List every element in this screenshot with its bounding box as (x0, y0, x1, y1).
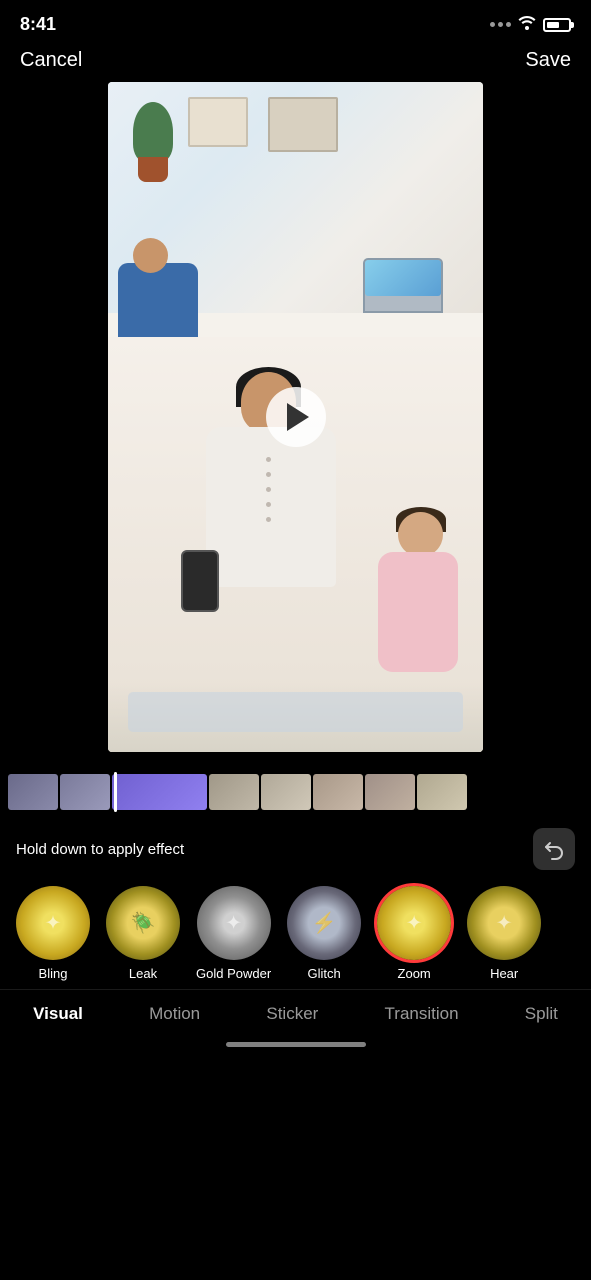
effect-item-leak[interactable]: 🪲 Leak (106, 886, 180, 981)
effect-item-gold-powder[interactable]: ✦ Gold Powder (196, 886, 271, 981)
undo-button[interactable] (533, 828, 575, 870)
timeline-thumb-7 (417, 774, 467, 810)
effect-thumb-leak: 🪲 (106, 886, 180, 960)
signal-dots (490, 22, 511, 27)
effect-item-glitch[interactable]: ⚡ Glitch (287, 886, 361, 981)
plant (128, 102, 178, 182)
tab-sticker[interactable]: Sticker (254, 1000, 330, 1028)
video-background (108, 82, 483, 752)
effect-item-bling[interactable]: ✦ Bling (16, 886, 90, 981)
status-bar: 8:41 (0, 0, 591, 44)
hold-instruction: Hold down to apply effect (16, 841, 184, 858)
timeline-thumb-2 (60, 774, 110, 810)
effect-item-heart[interactable]: ✦ Hear (467, 886, 541, 981)
desk-scene (108, 82, 483, 363)
tab-split[interactable]: Split (513, 1000, 570, 1028)
status-icons (490, 14, 571, 35)
wall-art-1 (188, 97, 248, 147)
timeline-playhead (114, 772, 117, 812)
effect-label-glitch: Glitch (308, 966, 341, 981)
effect-thumb-heart: ✦ (467, 886, 541, 960)
effect-inner-heart: ✦ (467, 886, 541, 960)
timeline-purple-section (112, 774, 207, 810)
effect-label-gold-powder: Gold Powder (196, 966, 271, 981)
timeline-container[interactable] (0, 764, 591, 820)
effect-inner-zoom: ✦ (377, 886, 451, 960)
dot2 (498, 22, 503, 27)
effect-inner-glitch: ⚡ (287, 886, 361, 960)
timeline-thumb-4 (261, 774, 311, 810)
tab-transition[interactable]: Transition (373, 1000, 471, 1028)
tab-motion[interactable]: Motion (137, 1000, 212, 1028)
controls-row: Hold down to apply effect (0, 820, 591, 878)
undo-icon (543, 838, 565, 860)
bottom-tabs: Visual Motion Sticker Transition Split (0, 989, 591, 1036)
wifi-icon (517, 14, 537, 35)
effect-label-zoom: Zoom (398, 966, 431, 981)
tab-visual[interactable]: Visual (21, 1000, 95, 1028)
effect-label-leak: Leak (129, 966, 157, 981)
effect-inner-bling: ✦ (16, 886, 90, 960)
effect-label-heart: Hear (490, 966, 518, 981)
battery-icon (543, 18, 571, 32)
effect-item-zoom[interactable]: ✦ Zoom (377, 886, 451, 981)
dot3 (506, 22, 511, 27)
phone-device (181, 550, 219, 612)
dot1 (490, 22, 495, 27)
effects-row: ✦ Bling 🪲 Leak ✦ Gold Powder ⚡ Glitch ✦ Zoom ✦ Hear (0, 878, 591, 989)
play-button[interactable] (266, 387, 326, 447)
save-button[interactable]: Save (525, 49, 571, 72)
timeline-track (8, 772, 583, 812)
cancel-button[interactable]: Cancel (20, 49, 82, 72)
home-indicator (226, 1042, 366, 1047)
floor (108, 682, 483, 752)
effect-inner-gold-powder: ✦ (197, 886, 271, 960)
effect-thumb-bling: ✦ (16, 886, 90, 960)
timeline-thumb-1 (8, 774, 58, 810)
wall-art-2 (268, 97, 338, 152)
effect-thumb-zoom: ✦ (377, 886, 451, 960)
carpet (128, 692, 463, 732)
play-triangle-icon (287, 403, 309, 431)
effect-thumb-gold-powder: ✦ (197, 886, 271, 960)
video-preview[interactable] (108, 82, 483, 752)
effect-inner-leak: 🪲 (106, 886, 180, 960)
timeline-thumb-6 (365, 774, 415, 810)
timeline-thumb-3 (209, 774, 259, 810)
effect-thumb-glitch: ⚡ (287, 886, 361, 960)
timeline-thumb-5 (313, 774, 363, 810)
status-time: 8:41 (20, 14, 56, 35)
laptop (363, 258, 443, 313)
effect-label-bling: Bling (39, 966, 68, 981)
header: Cancel Save (0, 44, 591, 82)
